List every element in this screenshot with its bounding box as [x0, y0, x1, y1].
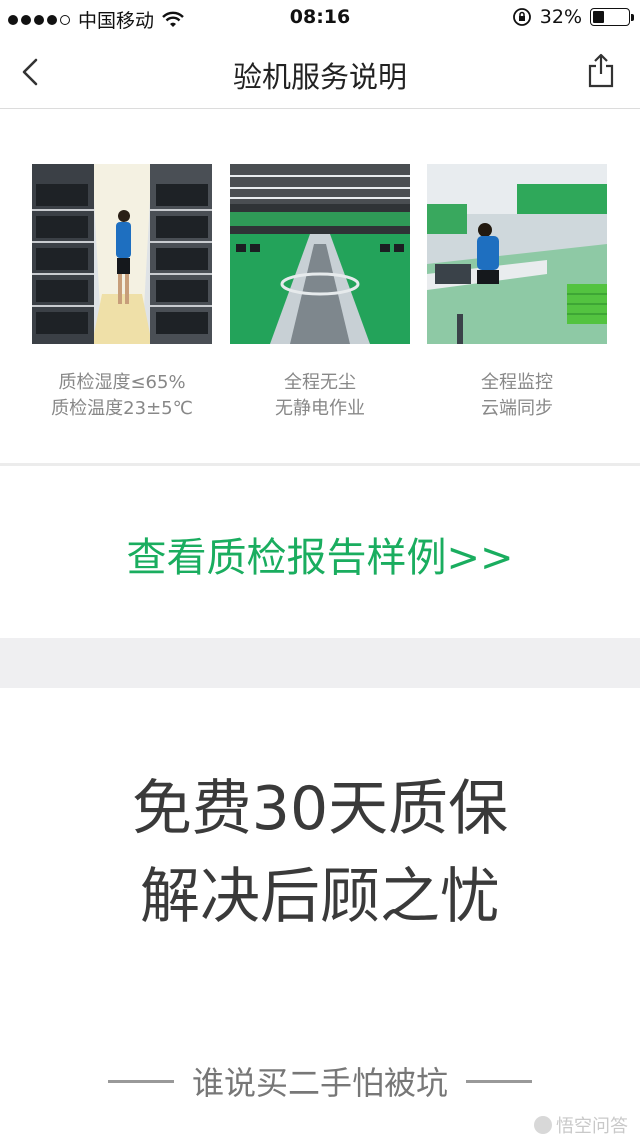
photo-card-dustfree: 全程无尘 无静电作业: [230, 164, 410, 422]
watermark: 悟空问答: [534, 1112, 628, 1138]
battery-fill: [593, 11, 604, 23]
view-report-sample-link[interactable]: 查看质检报告样例>>: [0, 525, 640, 583]
battery-icon: [590, 8, 634, 26]
share-icon[interactable]: [584, 52, 618, 90]
caption-line-1: 全程监控: [481, 372, 553, 393]
workstation-photo: [427, 164, 607, 344]
tagline-text: 谁说买二手怕被坑: [191, 1064, 448, 1102]
caption-line-1: 全程无尘: [284, 372, 356, 393]
battery-percent: 32%: [539, 6, 582, 28]
section-divider: [0, 463, 640, 466]
watermark-text: 悟空问答: [556, 1116, 628, 1137]
photo-card-monitoring: 全程监控 云端同步: [427, 164, 607, 422]
caption-line-1: 质检湿度≤65%: [58, 372, 186, 393]
caption-line-2: 质检温度23±5℃: [51, 398, 193, 419]
tagline-right-rule: [466, 1079, 532, 1083]
headline-worry-free: 解决后顾之忧: [140, 862, 500, 932]
warehouse-photo: [32, 164, 212, 344]
tagline-row: 谁说买二手怕被坑: [0, 1058, 640, 1104]
nav-bar: 验机服务说明: [0, 36, 640, 109]
caption-line-2: 云端同步: [481, 398, 553, 419]
headline-warranty: 免费30天质保: [131, 774, 509, 844]
caption-line-2: 无静电作业: [275, 398, 365, 419]
tagline-left-rule: [107, 1079, 174, 1083]
status-bar: 中国移动 08:16 32%: [0, 0, 640, 36]
section-separator-band: [0, 638, 640, 688]
wukong-logo-icon: [534, 1116, 552, 1134]
status-right: 32%: [512, 6, 634, 28]
orientation-lock-icon: [512, 8, 531, 26]
production-line-photo: [230, 164, 410, 344]
photo-card-humidity: 质检湿度≤65% 质检温度23±5℃: [32, 164, 212, 422]
page-title: 验机服务说明: [232, 60, 407, 94]
